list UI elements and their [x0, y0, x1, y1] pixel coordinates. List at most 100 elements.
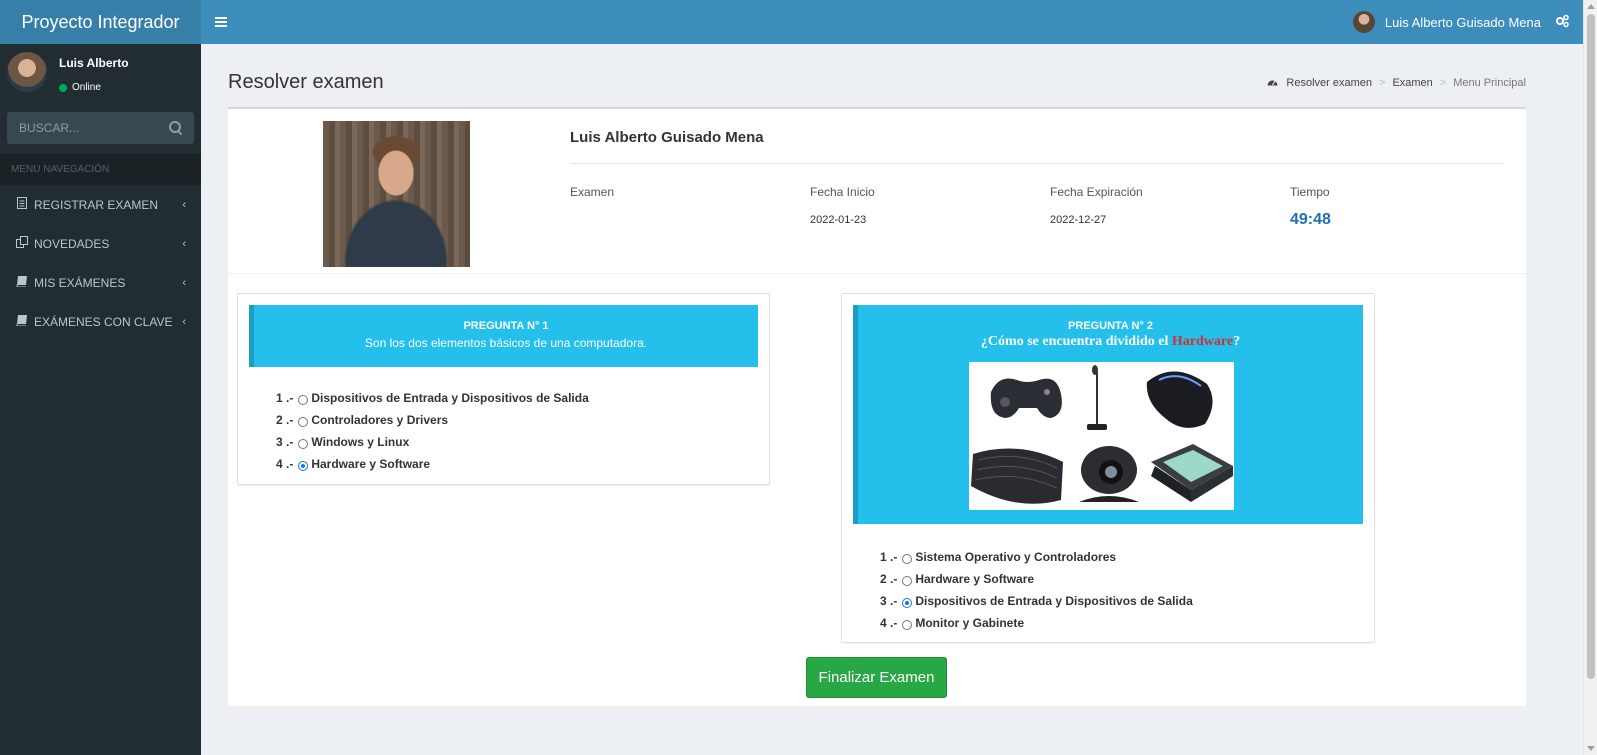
search-icon[interactable]	[169, 121, 183, 135]
exam-label: Examen	[570, 185, 615, 199]
option-text: Monitor y Gabinete	[915, 616, 1025, 630]
radio-button-checked[interactable]	[298, 460, 309, 471]
student-name: Luis Alberto Guisado Mena	[570, 129, 764, 146]
radio-button[interactable]	[902, 575, 913, 586]
sidebar-item-label: NOVEDADES	[34, 236, 110, 251]
question-header: PREGUNTA N° 1 Son los dos elementos bási…	[249, 305, 758, 367]
radio-button[interactable]	[298, 394, 309, 405]
option-number: 4 .-	[276, 457, 294, 471]
question-card-2: PREGUNTA N° 2 ¿Cómo se encuentra dividid…	[841, 293, 1375, 643]
radio-button[interactable]	[902, 553, 913, 564]
user-status: Online	[59, 82, 129, 93]
breadcrumb-item-active: Menu Principal	[1453, 77, 1526, 89]
answer-option[interactable]: 2 .- Hardware y Software	[880, 568, 1193, 590]
chevron-left-icon: ‹	[182, 237, 186, 250]
content-wrapper: Resolver examen Resolver examen > Examen…	[201, 44, 1553, 755]
divider	[228, 273, 1526, 274]
scroll-down-arrow-icon[interactable]	[1587, 746, 1595, 751]
timer-field: Tiempo 49:48	[1290, 185, 1331, 229]
radio-button[interactable]	[298, 438, 309, 449]
user-status-label: Online	[72, 82, 101, 93]
option-number: 3 .-	[276, 435, 294, 449]
question-text: Son los dos elementos básicos de una com…	[364, 336, 648, 350]
answer-option[interactable]: 3 .- Dispositivos de Entrada y Dispositiv…	[880, 590, 1193, 612]
nav-right: Luis Alberto Guisado Mena	[1352, 11, 1569, 33]
sidebar-item-label: REGISTRAR EXAMEN	[34, 197, 159, 212]
question-number: PREGUNTA N° 2	[1067, 320, 1154, 332]
option-text: Controladores y Drivers	[311, 413, 449, 427]
scrollbar-thumb[interactable]	[1587, 14, 1595, 679]
start-date-value: 2022-01-23	[810, 214, 867, 226]
sidebar: Luis Alberto Online MENU NAVEGACIÓN REGI…	[0, 44, 201, 755]
timer-label: Tiempo	[1290, 185, 1330, 199]
sidebar-item-examenes-con-clave[interactable]: EXÁMENES CON CLAVE ‹	[0, 302, 201, 341]
menu-header: MENU NAVEGACIÓN	[0, 154, 201, 185]
dashboard-icon	[1267, 77, 1278, 89]
exam-box: Luis Alberto Guisado Mena Examen Fecha I…	[228, 107, 1526, 706]
option-text: Hardware y Software	[311, 457, 431, 471]
expiry-date-label: Fecha Expiración	[1050, 185, 1143, 199]
breadcrumb-separator: >	[1379, 77, 1386, 89]
gears-icon[interactable]	[1555, 14, 1569, 31]
chevron-left-icon: ‹	[182, 315, 186, 328]
option-number: 2 .-	[880, 572, 898, 586]
sidebar-item-mis-examenes[interactable]: MIS EXÁMENES ‹	[0, 263, 201, 302]
scrollbar[interactable]	[1583, 0, 1597, 755]
option-text: Windows y Linux	[311, 435, 410, 449]
radio-button[interactable]	[902, 619, 913, 630]
online-dot-icon	[59, 83, 67, 92]
start-date-label: Fecha Inicio	[810, 185, 875, 199]
avatar	[1352, 11, 1375, 33]
option-number: 1 .-	[276, 391, 294, 405]
option-number: 4 .-	[880, 616, 898, 630]
user-menu[interactable]: Luis Alberto Guisado Mena	[1352, 11, 1541, 33]
sidebar-item-novedades[interactable]: NOVEDADES ‹	[0, 224, 201, 263]
start-date-field: Fecha Inicio 2022-01-23	[810, 185, 875, 226]
chevron-left-icon: ‹	[182, 198, 186, 211]
question-text: ¿Cómo se encuentra dividido el Hardware?	[858, 334, 1363, 350]
option-text: Dispositivos de Entrada y Dispositivos d…	[915, 594, 1193, 608]
expiry-date-value: 2022-12-27	[1050, 214, 1107, 226]
navbar: Luis Alberto Guisado Mena	[201, 0, 1583, 44]
option-number: 3 .-	[880, 594, 898, 608]
breadcrumb-item[interactable]: Examen	[1392, 77, 1432, 89]
option-number: 1 .-	[880, 550, 898, 564]
answer-option[interactable]: 1 .- Dispositivos de Entrada y Dispositiv…	[276, 387, 589, 409]
breadcrumb-separator: >	[1439, 77, 1447, 89]
timer-value: 49:48	[1290, 211, 1331, 228]
brand-logo[interactable]: Proyecto Integrador	[0, 0, 201, 44]
answer-option[interactable]: 4 .- Monitor y Gabinete	[880, 612, 1193, 634]
question-text-part: ¿Cómo se encuentra dividido el	[980, 334, 1172, 349]
answer-option[interactable]: 2 .- Controladores y Drivers	[276, 409, 589, 431]
question-text-part: ?	[1233, 334, 1241, 349]
copy-icon	[15, 236, 28, 251]
question-text-highlight: Hardware	[1171, 334, 1234, 349]
answer-options: 1 .- Dispositivos de Entrada y Dispositiv…	[276, 387, 589, 475]
breadcrumb-item[interactable]: Resolver examen	[1286, 77, 1372, 89]
question-number: PREGUNTA N° 1	[463, 320, 549, 332]
scroll-up-arrow-icon[interactable]	[1587, 4, 1595, 9]
search-input[interactable]	[19, 121, 149, 135]
answer-option[interactable]: 1 .- Sistema Operativo y Controladores	[880, 546, 1193, 568]
question-header: PREGUNTA N° 2 ¿Cómo se encuentra dividid…	[853, 305, 1363, 524]
user-menu-name: Luis Alberto Guisado Mena	[1384, 14, 1541, 30]
avatar	[7, 52, 47, 92]
book-icon	[15, 314, 28, 329]
file-text-icon	[15, 197, 28, 212]
book-icon	[15, 275, 28, 290]
option-number: 2 .-	[276, 413, 294, 427]
sidebar-search	[7, 112, 194, 144]
question-card-1: PREGUNTA N° 1 Son los dos elementos bási…	[237, 293, 770, 485]
radio-button[interactable]	[298, 416, 309, 427]
answer-options: 1 .- Sistema Operativo y Controladores 2 …	[880, 546, 1193, 634]
radio-button-checked[interactable]	[902, 597, 913, 608]
answer-option[interactable]: 3 .- Windows y Linux	[276, 431, 589, 453]
menu-toggle-icon[interactable]	[215, 11, 227, 33]
sidebar-item-registrar-examen[interactable]: REGISTRAR EXAMEN ‹	[0, 185, 201, 224]
sidebar-item-label: EXÁMENES CON CLAVE	[34, 314, 173, 329]
finish-exam-button[interactable]: Finalizar Examen	[806, 657, 947, 698]
sidebar-item-label: MIS EXÁMENES	[34, 275, 126, 290]
answer-option[interactable]: 4 .- Hardware y Software	[276, 453, 589, 475]
breadcrumb: Resolver examen > Examen > Menu Principa…	[1267, 77, 1526, 89]
top-bar: Proyecto Integrador Luis Alberto Guisado…	[0, 0, 1583, 44]
